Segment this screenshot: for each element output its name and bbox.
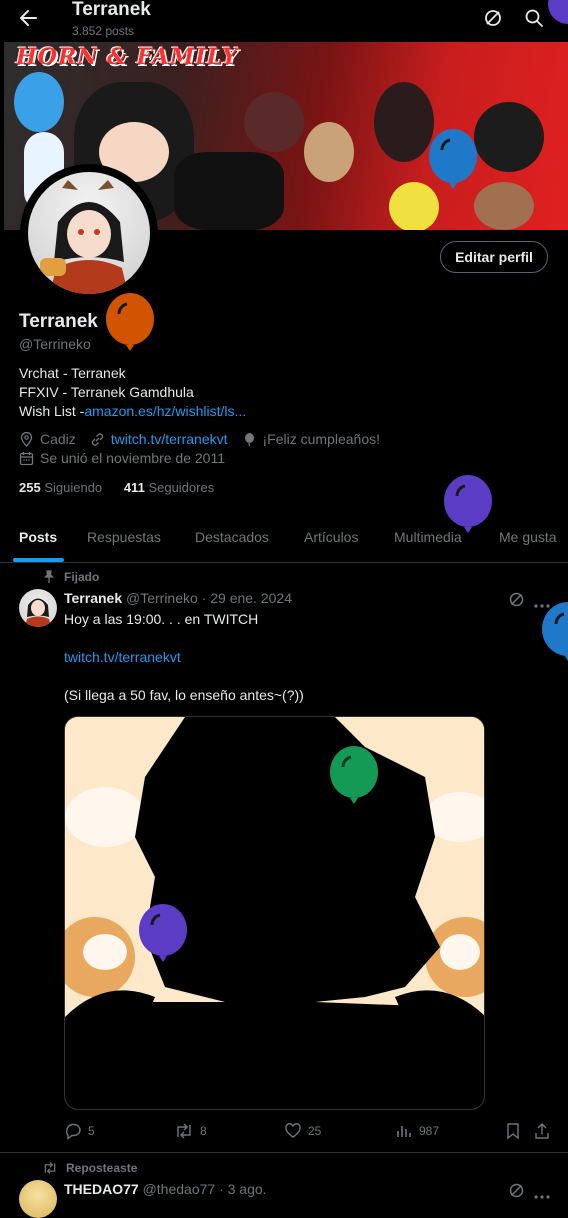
- profile-avatar[interactable]: [20, 164, 158, 302]
- followers-link[interactable]: 411 Seguidores: [124, 480, 214, 495]
- post-link[interactable]: twitch.tv/terranekvt: [64, 649, 181, 665]
- heart-icon: [285, 1123, 301, 1138]
- bio-line: FFXIV - Terranek Gamdhula: [19, 384, 194, 400]
- link-icon: [90, 432, 105, 447]
- banner-title: HORN & FAMILY: [16, 44, 239, 70]
- like-count: 25: [308, 1124, 322, 1138]
- grok-icon[interactable]: [483, 8, 503, 28]
- views-button[interactable]: 987: [395, 1122, 439, 1140]
- location-text: Cadiz: [40, 431, 76, 447]
- tab-replies[interactable]: Respuestas: [87, 529, 161, 545]
- balloon-icon: [242, 432, 257, 447]
- like-button[interactable]: 25: [284, 1122, 321, 1140]
- tab-posts[interactable]: Posts: [19, 529, 57, 545]
- post-count: 3.852 posts: [72, 24, 135, 38]
- post-handle-date[interactable]: @thedao77 · 3 ago.: [143, 1181, 267, 1197]
- top-bar: Terranek 3.852 posts: [0, 0, 568, 42]
- active-tab-indicator: [13, 558, 64, 562]
- post-text-line: (Si llega a 50 fav, lo enseño antes~(?)): [64, 687, 304, 703]
- avatar: [28, 172, 150, 294]
- reply-button[interactable]: 5: [64, 1122, 95, 1140]
- joined-text: Se unió el noviembre de 2011: [40, 450, 225, 466]
- banner-character: [174, 152, 284, 230]
- calendar-icon: [19, 451, 34, 466]
- balloon-decoration: [328, 745, 380, 814]
- repost-icon: [177, 1123, 191, 1139]
- banner-character: [304, 122, 354, 182]
- bookmark-button[interactable]: [505, 1122, 527, 1140]
- location-icon: [19, 431, 34, 447]
- grok-icon[interactable]: [508, 1182, 525, 1204]
- tab-highlights[interactable]: Destacados: [195, 529, 269, 545]
- post-divider: [0, 1152, 568, 1153]
- repost-icon: [44, 1162, 56, 1174]
- follow-stats: 255 Siguiendo 411 Seguidores: [19, 480, 214, 495]
- balloon-decoration: [426, 128, 480, 199]
- profile-bio: Vrchat - Terranek FFXIV - Terranek Gamdh…: [19, 364, 246, 421]
- repost-count: 8: [200, 1124, 207, 1138]
- following-link[interactable]: 255 Siguiendo: [19, 480, 102, 495]
- views-icon: [397, 1126, 411, 1137]
- grok-icon[interactable]: [508, 591, 525, 613]
- profile-meta-row: Cadiz twitch.tv/terranekvt ¡Feliz cumple…: [19, 431, 380, 447]
- page-title: Terranek: [72, 0, 151, 20]
- post-text-line: Hoy a las 19:00. . . en TWITCH: [64, 611, 259, 627]
- banner-character: [374, 82, 434, 162]
- pin-icon: [43, 570, 55, 583]
- share-button[interactable]: [534, 1122, 556, 1140]
- views-count: 987: [419, 1124, 440, 1138]
- bio-text: Wish List -: [19, 403, 85, 419]
- post-handle-date[interactable]: @Terrineko · 29 ene. 2024: [126, 590, 292, 606]
- post-header: Terranek @Terrineko · 29 ene. 2024: [64, 590, 292, 606]
- birthday-text: ¡Feliz cumpleaños!: [262, 431, 381, 447]
- post-author[interactable]: Terranek: [64, 590, 122, 606]
- more-icon[interactable]: [534, 1187, 550, 1205]
- banner-character: [14, 72, 64, 132]
- balloon-decoration: [540, 602, 568, 671]
- wishlist-link[interactable]: amazon.es/hz/wishlist/ls...: [84, 403, 246, 419]
- balloon-decoration: [104, 292, 156, 361]
- bio-line: Vrchat - Terranek: [19, 365, 126, 381]
- post-author[interactable]: THEDAO77: [64, 1181, 139, 1197]
- bookmark-icon: [507, 1123, 519, 1140]
- repost-button[interactable]: 8: [174, 1122, 207, 1140]
- pinned-label: Fijado: [64, 570, 100, 584]
- tab-articles[interactable]: Artículos: [304, 529, 358, 545]
- bio-line: Wish List -amazon.es/hz/wishlist/ls...: [19, 402, 246, 421]
- avatar[interactable]: [19, 1180, 57, 1218]
- banner-character: [244, 92, 304, 152]
- balloon-decoration: [137, 903, 189, 972]
- banner-character: [474, 182, 534, 230]
- profile-name: Terranek: [19, 311, 98, 332]
- pinned-row: Fijado: [42, 570, 99, 584]
- profile-handle: @Terrineko: [19, 336, 91, 352]
- post-actions: 5 8 25 987: [64, 1122, 554, 1144]
- profile-joined-row: Se unió el noviembre de 2011: [19, 450, 225, 466]
- tab-media[interactable]: Multimedia: [394, 529, 462, 545]
- share-icon: [535, 1123, 549, 1139]
- back-arrow-icon[interactable]: [14, 5, 44, 31]
- edit-profile-button[interactable]: Editar perfil: [440, 241, 548, 273]
- repost-label: Reposteaste: [66, 1161, 138, 1175]
- repost-row: Reposteaste: [42, 1161, 137, 1175]
- reply-count: 5: [88, 1124, 95, 1138]
- post-header: THEDAO77 @thedao77 · 3 ago.: [64, 1181, 267, 1197]
- tab-likes[interactable]: Me gusta: [499, 529, 557, 545]
- avatar[interactable]: [19, 589, 57, 627]
- search-icon[interactable]: [524, 8, 544, 28]
- balloon-decoration: [546, 0, 568, 37]
- post-media-image[interactable]: [64, 716, 485, 1110]
- website-link[interactable]: twitch.tv/terranekvt: [111, 431, 228, 447]
- banner-character: [474, 102, 544, 172]
- profile-tabs: Posts Respuestas Destacados Artículos Mu…: [0, 518, 568, 563]
- reply-icon: [65, 1123, 81, 1140]
